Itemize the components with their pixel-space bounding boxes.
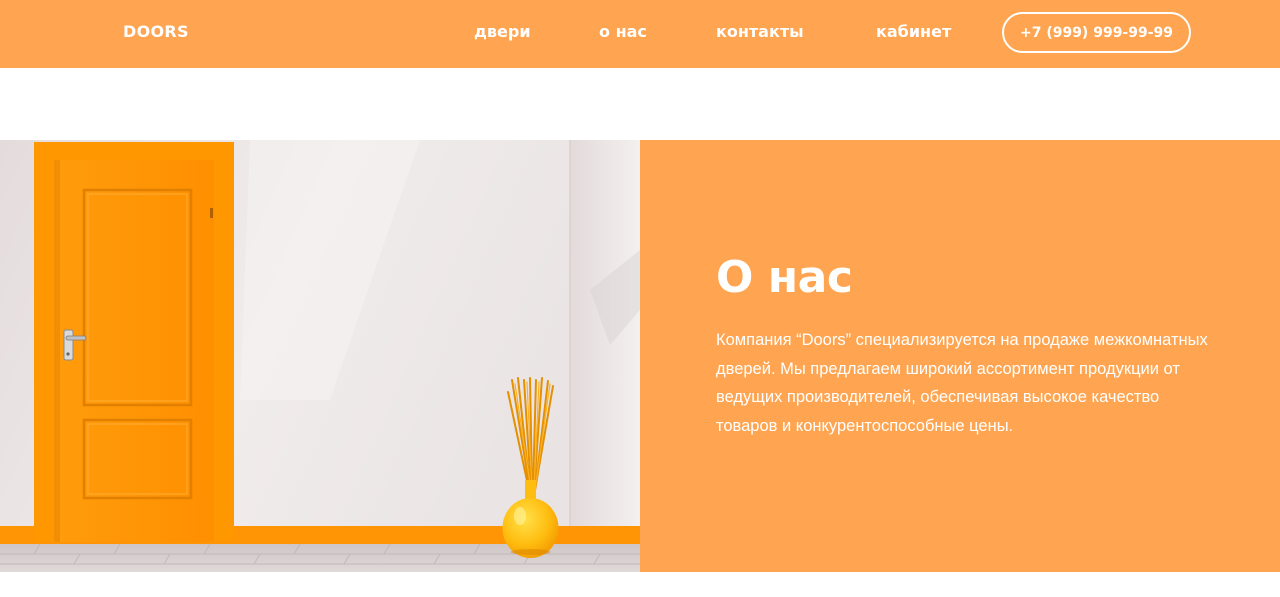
nav-item-cabinet[interactable]: кабинет: [876, 22, 951, 41]
about-title: О нас: [716, 252, 853, 303]
room-illustration: [0, 140, 640, 572]
about-section: О нас Компания “Doors” специализируется …: [0, 140, 1280, 572]
nav-item-contacts[interactable]: контакты: [716, 22, 804, 41]
room-image: [0, 140, 640, 572]
about-panel: О нас Компания “Doors” специализируется …: [640, 140, 1280, 572]
site-header: DOORS двери о нас контакты кабинет +7 (9…: [0, 0, 1280, 68]
nav-item-about[interactable]: о нас: [599, 22, 647, 41]
phone-button[interactable]: +7 (999) 999-99-99: [1002, 12, 1191, 53]
logo[interactable]: DOORS: [123, 22, 189, 41]
nav-item-doors[interactable]: двери: [474, 22, 531, 41]
about-description: Компания “Doors” специализируется на про…: [716, 331, 1208, 435]
